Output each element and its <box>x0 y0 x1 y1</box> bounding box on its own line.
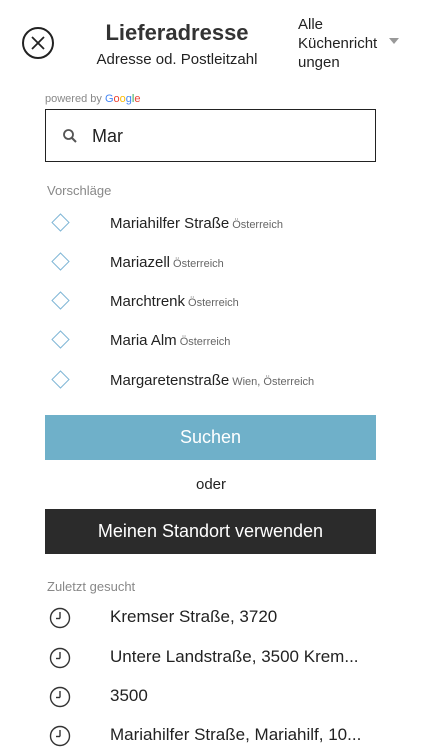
recent-item-label: Untere Landstraße, 3500 Krem... <box>110 647 359 666</box>
clock-icon <box>49 686 71 708</box>
suggestion-main: Margaretenstraße <box>110 372 230 389</box>
suggestion-main: Mariazell <box>110 254 171 271</box>
suggestion-sub: Österreich <box>232 219 283 231</box>
suggestion-sub: Österreich <box>173 258 224 270</box>
use-my-location-button[interactable]: Meinen Standort verwenden <box>45 509 376 554</box>
close-icon <box>31 36 45 50</box>
powered-by-google: powered by Google <box>45 93 140 105</box>
search-icon <box>63 129 77 143</box>
close-button[interactable] <box>22 27 54 59</box>
suggestion-main: Maria Alm <box>110 332 177 349</box>
recent-item[interactable]: Kremser Straße, 3720 <box>0 599 422 638</box>
recent-item-label: Kremser Straße, 3720 <box>110 607 278 626</box>
diamond-icon <box>51 370 70 389</box>
suggestion-item[interactable]: Margaretenstraße Wien, Österreich <box>0 363 422 402</box>
recent-heading: Zuletzt gesucht <box>47 579 136 594</box>
recent-item-label: Mariahilfer Straße, Mariahilf, 10... <box>110 725 362 744</box>
suggestion-sub: Österreich <box>179 336 231 348</box>
recent-item[interactable]: Mariahilfer Straße, Mariahilf, 10... <box>0 717 422 756</box>
or-separator: oder <box>195 476 227 493</box>
cuisine-filter-line: Alle <box>298 16 324 33</box>
diamond-icon <box>51 213 70 232</box>
suggestion-main: Marchtrenk <box>110 293 186 310</box>
page-title: Lieferadresse <box>105 20 249 45</box>
suggestions-heading: Vorschläge <box>47 183 112 198</box>
search-button[interactable]: Suchen <box>45 415 376 460</box>
search-input[interactable] <box>92 122 362 150</box>
cuisine-filter-dropdown[interactable]: Alle Küchenricht ungen <box>298 15 386 72</box>
suggestion-item[interactable]: Mariazell Österreich <box>0 245 422 284</box>
clock-icon <box>49 647 71 669</box>
recent-item[interactable]: Untere Landstraße, 3500 Krem... <box>0 639 422 678</box>
google-logo: Google <box>104 93 141 105</box>
suggestion-item[interactable]: Marchtrenk Österreich <box>0 284 422 323</box>
powered-by-text: powered by <box>45 93 102 105</box>
cuisine-filter-line: Küchenricht <box>298 35 378 52</box>
clock-icon <box>49 607 71 629</box>
diamond-icon <box>51 252 70 271</box>
diamond-icon <box>51 330 70 349</box>
suggestion-item[interactable]: Maria Alm Österreich <box>0 323 422 362</box>
recent-item-label: 3500 <box>110 686 148 705</box>
chevron-down-icon[interactable] <box>389 38 399 44</box>
suggestion-main: Mariahilfer Straße <box>110 215 230 232</box>
suggestion-sub: Wien, Österreich <box>232 376 315 388</box>
suggestion-sub: Österreich <box>188 297 239 309</box>
clock-icon <box>49 725 71 747</box>
diamond-icon <box>51 291 70 310</box>
page-subtitle: Adresse od. Postleitzahl <box>96 51 258 68</box>
cuisine-filter-line: ungen <box>298 54 340 71</box>
recent-item[interactable]: 3500 <box>0 678 422 717</box>
suggestion-item[interactable]: Mariahilfer Straße Österreich <box>0 206 422 245</box>
